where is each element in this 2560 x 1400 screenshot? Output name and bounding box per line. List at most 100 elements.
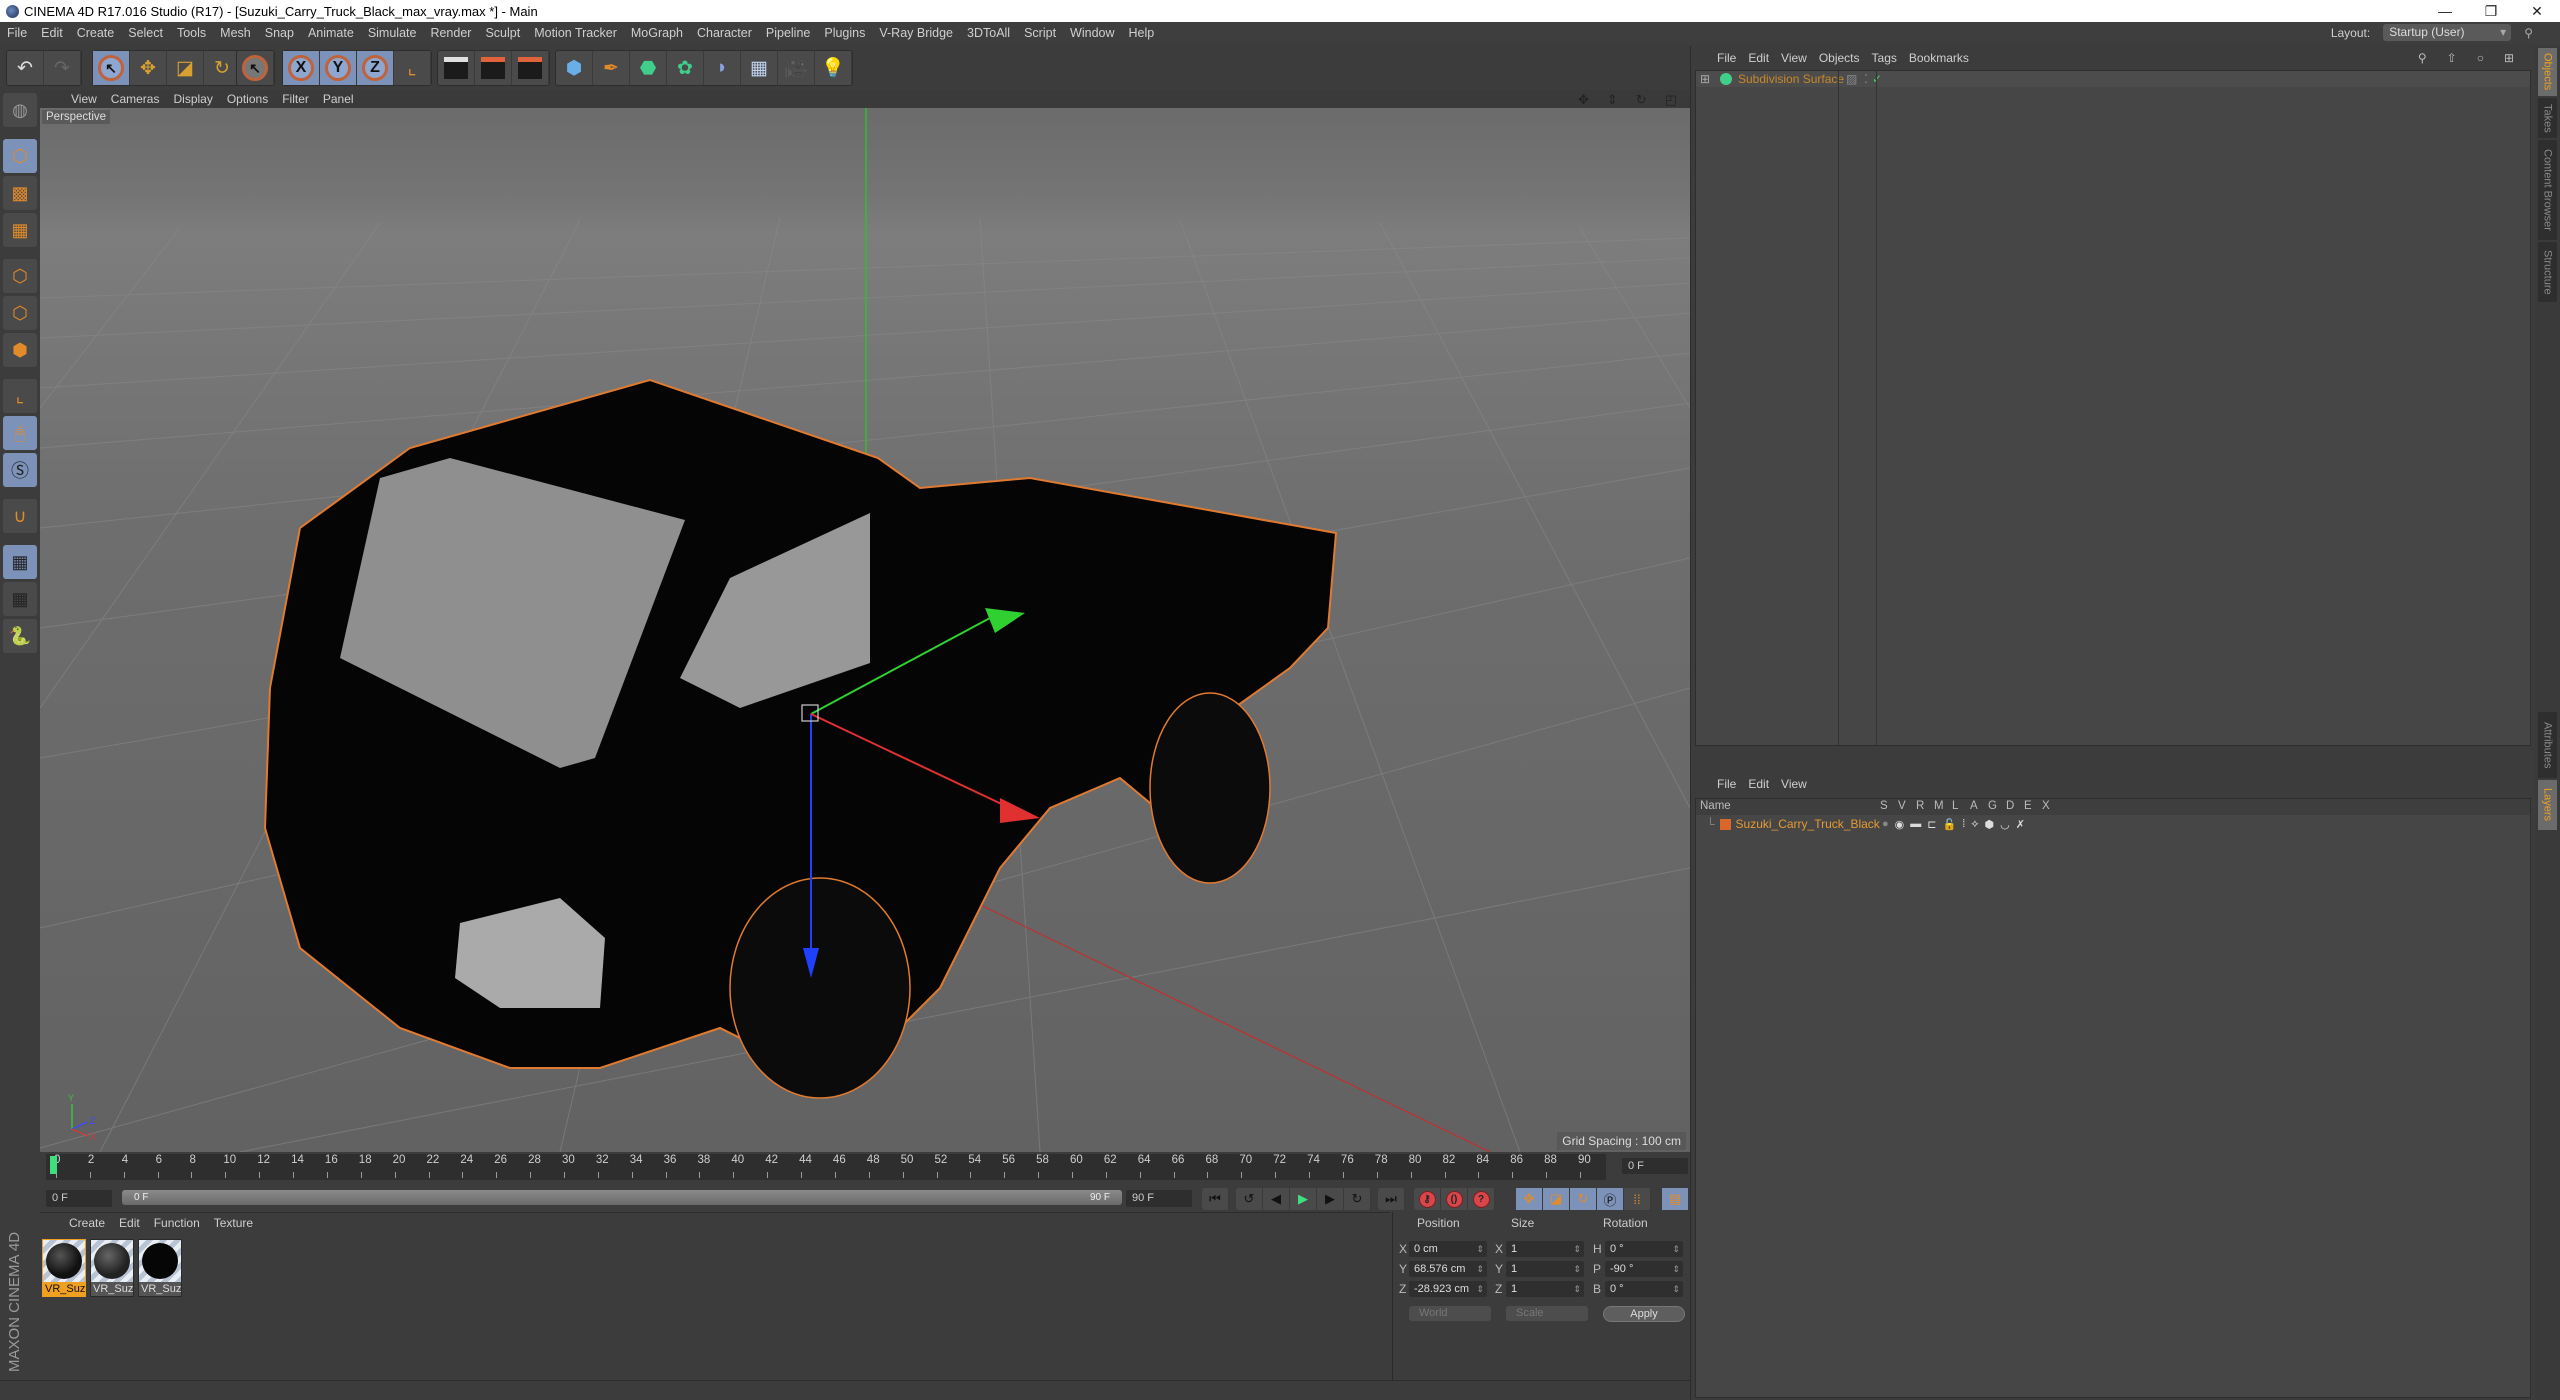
tab-content-browser[interactable]: Content Browser — [2538, 140, 2557, 240]
menu-sculpt[interactable]: Sculpt — [478, 26, 527, 40]
om-menu-file[interactable]: File — [1711, 51, 1742, 65]
menu-character[interactable]: Character — [690, 26, 759, 40]
tab-layers[interactable]: Layers — [2538, 780, 2557, 830]
array-icon[interactable]: ✿ — [667, 51, 704, 85]
viewport-menu-filter[interactable]: Filter — [275, 92, 316, 106]
key-rotation-icon[interactable]: ↻ — [1570, 1188, 1597, 1210]
camera-label[interactable]: Perspective — [42, 110, 111, 124]
rotation-b-field[interactable]: 0 ° — [1605, 1281, 1683, 1297]
previous-frame-icon[interactable]: ◀ — [1263, 1188, 1290, 1210]
col-deformers[interactable]: D — [2006, 800, 2014, 812]
timeline-window-icon[interactable]: ▤ — [1662, 1188, 1689, 1210]
size-mode-dropdown[interactable]: Scale — [1506, 1306, 1588, 1321]
solo-toggle-icon[interactable]: ● — [1882, 818, 1889, 831]
tweak-mode-icon[interactable]: 🖱 — [3, 416, 37, 450]
size-y-field[interactable]: 1 — [1506, 1261, 1584, 1277]
om-menu-objects[interactable]: Objects — [1813, 51, 1866, 65]
menu-pipeline[interactable]: Pipeline — [759, 26, 817, 40]
tab-structure[interactable]: Structure — [2538, 242, 2557, 302]
lm-menu-edit[interactable]: Edit — [1742, 777, 1775, 791]
material-swatch[interactable]: VR_Suzu — [42, 1239, 86, 1297]
coordinate-system-dropdown[interactable]: World — [1409, 1306, 1491, 1321]
menu-tools[interactable]: Tools — [170, 26, 213, 40]
start-frame-field[interactable]: 0 F — [46, 1190, 112, 1207]
viewport-menu-cameras[interactable]: Cameras — [104, 92, 167, 106]
previous-key-icon[interactable]: ↺ — [1236, 1188, 1263, 1210]
x-axis-lock-icon[interactable]: X — [283, 51, 320, 85]
menu-mograph[interactable]: MoGraph — [624, 26, 690, 40]
3d-viewport[interactable]: Perspective Y Z X Grid Spacing : 100 cm — [40, 108, 1690, 1152]
workplane-lock-icon[interactable]: ▦ — [3, 545, 37, 579]
menu-select[interactable]: Select — [121, 26, 170, 40]
tab-attributes[interactable]: Attributes — [2538, 712, 2557, 778]
redo-icon[interactable]: ↷ — [44, 51, 81, 85]
last-tool-icon[interactable]: ↖ — [237, 51, 274, 85]
go-to-start-icon[interactable]: ⏮ — [1202, 1188, 1229, 1210]
keyframe-selection-icon[interactable]: ? — [1468, 1188, 1495, 1210]
live-selection-icon[interactable]: ↖ — [93, 51, 130, 85]
viewport-menu-panel[interactable]: Panel — [316, 92, 361, 106]
next-key-icon[interactable]: ↻ — [1344, 1188, 1371, 1210]
orbit-icon[interactable]: ↻ — [1629, 92, 1654, 108]
menu-animate[interactable]: Animate — [301, 26, 361, 40]
view-toggle-icon[interactable]: ◉ — [1895, 818, 1905, 831]
render-toggle-icon[interactable]: ▬ — [1910, 818, 1921, 831]
python-icon[interactable]: 🐍 — [3, 619, 37, 653]
menu-render[interactable]: Render — [423, 26, 478, 40]
menu-create[interactable]: Create — [70, 26, 122, 40]
animation-toggle-icon[interactable]: ⁞ — [1962, 818, 1965, 831]
rotation-h-field[interactable]: 0 ° — [1605, 1241, 1683, 1257]
key-position-icon[interactable]: ✥ — [1516, 1188, 1543, 1210]
om-menu-edit[interactable]: Edit — [1742, 51, 1775, 65]
lock-toggle-icon[interactable]: 🔓 — [1942, 818, 1956, 831]
material-menu-edit[interactable]: Edit — [112, 1216, 147, 1230]
menu-help[interactable]: Help — [1122, 26, 1162, 40]
material-swatch[interactable]: VR_Suzu — [90, 1239, 134, 1297]
enabled-check-icon[interactable]: ✓ — [1872, 72, 1882, 86]
menu-motion-tracker[interactable]: Motion Tracker — [527, 26, 624, 40]
truck-model[interactable] — [263, 378, 1338, 1099]
undo-icon[interactable]: ↶ — [7, 51, 44, 85]
object-name[interactable]: Subdivision Surface — [1738, 72, 1844, 86]
deformers-toggle-icon[interactable]: ⬢ — [1985, 818, 1995, 831]
om-menu-view[interactable]: View — [1775, 51, 1813, 65]
menu-script[interactable]: Script — [1017, 26, 1063, 40]
position-z-field[interactable]: -28.923 cm — [1409, 1281, 1487, 1297]
deformer-icon[interactable]: ◗ — [704, 51, 741, 85]
material-menu-create[interactable]: Create — [62, 1216, 112, 1230]
size-x-field[interactable]: 1 — [1506, 1241, 1584, 1257]
key-pla-icon[interactable]: ⁞⁞ — [1624, 1188, 1651, 1210]
next-frame-icon[interactable]: ▶ — [1317, 1188, 1344, 1210]
expand-icon[interactable]: ⊞ — [1700, 72, 1714, 86]
dolly-icon[interactable]: ⇕ — [1600, 92, 1625, 108]
menu-mesh[interactable]: Mesh — [213, 26, 258, 40]
viewport-menu-options[interactable]: Options — [220, 92, 275, 106]
size-z-field[interactable]: 1 — [1506, 1281, 1584, 1297]
close-icon[interactable]: ✕ — [2514, 0, 2560, 22]
search-icon[interactable]: ⚲ — [2412, 51, 2433, 65]
timeline-ruler[interactable]: 0 2 4 6 8 10 12 14 16 18 20 22 24 26 28 30 32 34 36 38 40 42 4… — [46, 1154, 1606, 1180]
object-row[interactable]: ⊞ Subdivision Surface ▨ ⁚ ✓ — [1696, 71, 2530, 87]
menu-file[interactable]: File — [0, 26, 34, 40]
rotation-p-field[interactable]: -90 ° — [1605, 1261, 1683, 1277]
autokeying-icon[interactable]: () — [1441, 1188, 1468, 1210]
edges-mode-icon[interactable]: ⬡ — [3, 296, 37, 330]
om-menu-bookmarks[interactable]: Bookmarks — [1903, 51, 1975, 65]
axis-mode-icon[interactable]: ⌞ — [3, 379, 37, 413]
floor-icon[interactable]: ▦ — [741, 51, 778, 85]
col-animation[interactable]: A — [1970, 800, 1978, 812]
coordinate-system-icon[interactable]: ⌞ — [394, 51, 431, 85]
go-to-end-icon[interactable]: ⏭ — [1378, 1188, 1405, 1210]
position-y-field[interactable]: 68.576 cm — [1409, 1261, 1487, 1277]
material-swatch[interactable]: VR_Suzu — [138, 1239, 182, 1297]
camera-icon[interactable]: 🎥 — [778, 51, 815, 85]
new-view-icon[interactable]: ⊞ — [2498, 51, 2520, 65]
current-frame-field[interactable]: 0 F — [1622, 1158, 1688, 1174]
col-locked[interactable]: L — [1952, 800, 1958, 812]
y-axis-lock-icon[interactable]: Y — [320, 51, 357, 85]
restore-icon[interactable]: ❐ — [2468, 0, 2514, 22]
pan-icon[interactable]: ✥ — [1571, 92, 1596, 108]
scale-icon[interactable]: ◪ — [167, 51, 204, 85]
search-icon[interactable]: ⚲ — [2517, 26, 2540, 40]
hierarchy-up-icon[interactable]: ⇧ — [2441, 51, 2463, 65]
